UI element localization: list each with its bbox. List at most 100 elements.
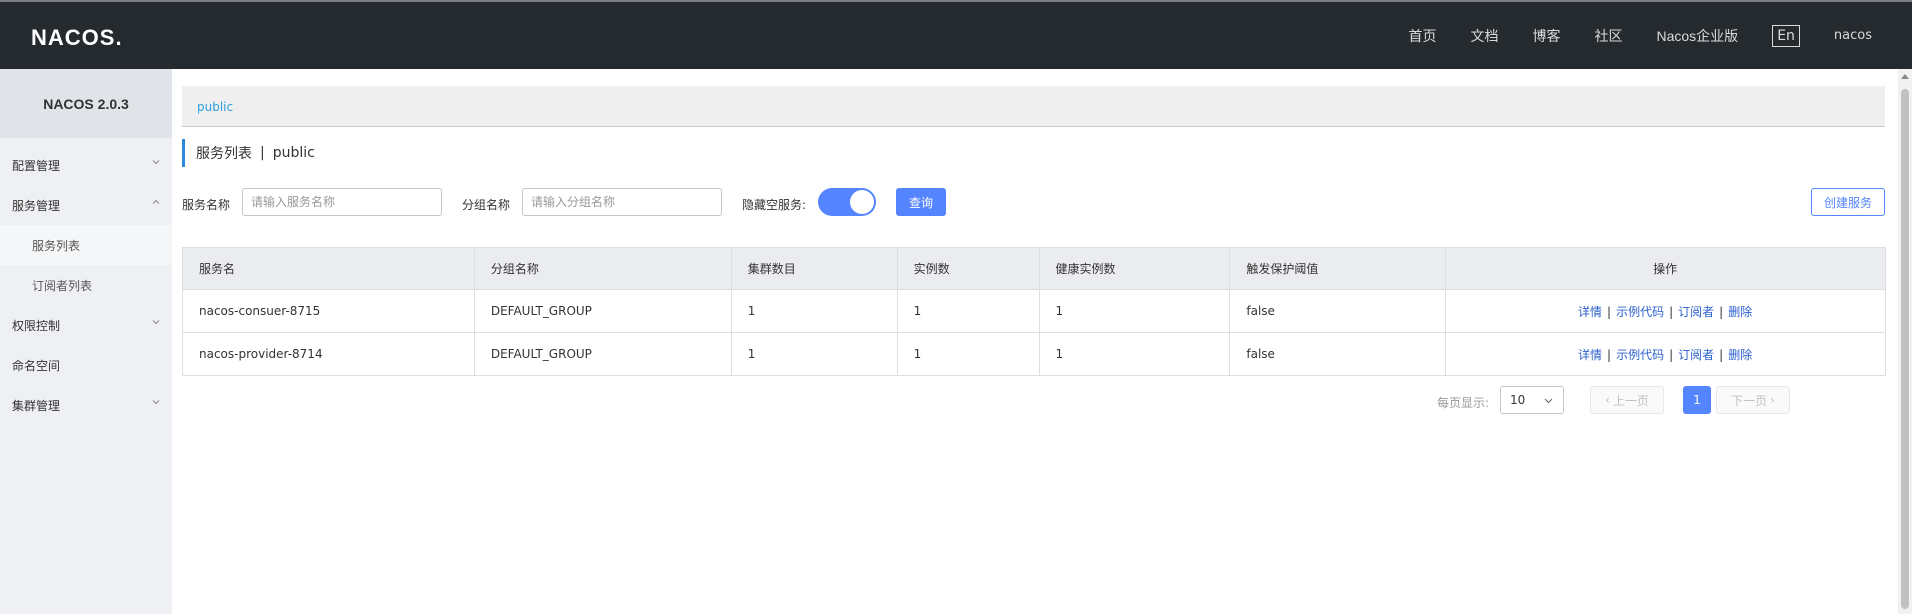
group-name-cell: DEFAULT_GROUP: [473, 289, 732, 333]
chevron-left-icon: ‹: [1605, 393, 1610, 407]
action-separator: |: [1669, 304, 1674, 319]
cluster-count-cell: 1: [730, 289, 898, 333]
sidebar-item-label: 服务管理: [12, 198, 61, 213]
top-navbar: NACOS. 首页 文档 博客 社区 Nacos企业版 En nacos: [0, 0, 1912, 69]
chevron-down-icon: [1544, 398, 1553, 404]
next-page-button[interactable]: 下一页 ›: [1716, 386, 1790, 414]
subscribers-link[interactable]: 订阅者: [1678, 348, 1714, 362]
sidebar-item-subscriber-list[interactable]: 订阅者列表: [0, 265, 172, 305]
table-header-row: 服务名 分组名称 集群数目 实例数 健康实例数 触发保护阈值 操作: [182, 247, 1886, 290]
vertical-scrollbar[interactable]: [1898, 69, 1912, 614]
page-title-namespace: public: [272, 145, 315, 161]
action-separator: |: [1607, 347, 1612, 362]
sidebar-item-namespace[interactable]: 命名空间: [0, 345, 172, 385]
pagination: 每页显示: 10 ‹ 上一页 1 下一页 ›: [1437, 386, 1886, 414]
column-header[interactable]: 分组名称: [473, 247, 732, 290]
column-header[interactable]: 实例数: [896, 247, 1040, 290]
page-1-button[interactable]: 1: [1683, 386, 1711, 414]
nav-community[interactable]: 社区: [1595, 26, 1623, 46]
chevron-up-icon: [152, 199, 160, 204]
detail-link[interactable]: 详情: [1578, 305, 1602, 319]
sidebar-item-service-list[interactable]: 服务列表: [0, 225, 172, 265]
subscribers-link[interactable]: 订阅者: [1678, 305, 1714, 319]
sidebar-item-label: 配置管理: [12, 158, 61, 173]
sidebar-title: NACOS 2.0.3: [0, 69, 172, 138]
sidebar-item-label: 服务列表: [32, 238, 81, 253]
action-separator: |: [1719, 304, 1724, 319]
scroll-up-icon[interactable]: [1901, 74, 1909, 79]
sample-code-link[interactable]: 示例代码: [1616, 348, 1664, 362]
detail-link[interactable]: 详情: [1578, 348, 1602, 362]
nav-home[interactable]: 首页: [1409, 26, 1437, 46]
action-separator: |: [1669, 347, 1674, 362]
sidebar-item-label: 命名空间: [12, 358, 61, 373]
protect-threshold-cell: false: [1229, 332, 1447, 376]
table-row: nacos-provider-8714 DEFAULT_GROUP 1 1 1 …: [182, 332, 1886, 376]
service-table: 服务名 分组名称 集群数目 实例数 健康实例数 触发保护阈值 操作 nacos-…: [182, 247, 1886, 376]
sidebar-item-label: 集群管理: [12, 398, 61, 413]
search-button[interactable]: 查询: [896, 188, 946, 216]
per-page-value: 10: [1510, 393, 1526, 407]
chevron-right-icon: ›: [1770, 393, 1775, 407]
column-header[interactable]: 触发保护阈值: [1229, 247, 1447, 290]
next-page-label: 下一页: [1731, 393, 1768, 408]
per-page-select[interactable]: 10: [1500, 386, 1564, 414]
delete-link[interactable]: 删除: [1728, 305, 1752, 319]
chevron-down-icon: [152, 320, 160, 325]
instance-count-cell: 1: [896, 289, 1040, 333]
chevron-down-icon: [152, 400, 160, 405]
nav-docs[interactable]: 文档: [1471, 26, 1499, 46]
sidebar-item-cluster-management[interactable]: 集群管理: [0, 385, 172, 425]
group-name-label: 分组名称: [462, 198, 511, 212]
prev-page-label: 上一页: [1612, 393, 1649, 408]
sidebar: NACOS 2.0.3 配置管理 服务管理 服务列表 订阅者列表 权限控制 命名…: [0, 69, 172, 614]
chevron-down-icon: [152, 160, 160, 165]
per-page-label: 每页显示:: [1437, 396, 1490, 410]
top-nav: 首页 文档 博客 社区 Nacos企业版 En nacos: [1409, 2, 1912, 69]
actions-cell: 详情 | 示例代码 | 订阅者 | 删除: [1445, 289, 1886, 333]
user-menu[interactable]: nacos: [1834, 28, 1872, 43]
sample-code-link[interactable]: 示例代码: [1616, 305, 1664, 319]
group-name-cell: DEFAULT_GROUP: [473, 332, 732, 376]
cluster-count-cell: 1: [730, 332, 898, 376]
protect-threshold-cell: false: [1229, 289, 1447, 333]
sidebar-item-service-management[interactable]: 服务管理: [0, 185, 172, 225]
action-separator: |: [1607, 304, 1612, 319]
healthy-instance-count-cell: 1: [1038, 332, 1231, 376]
service-name-cell: nacos-provider-8714: [182, 332, 475, 376]
create-service-button[interactable]: 创建服务: [1811, 188, 1885, 216]
column-header[interactable]: 健康实例数: [1038, 247, 1231, 290]
page-title: 服务列表 | public: [182, 139, 315, 167]
instance-count-cell: 1: [896, 332, 1040, 376]
action-separator: |: [1719, 347, 1724, 362]
page-title-text: 服务列表: [196, 146, 252, 162]
sidebar-item-access-control[interactable]: 权限控制: [0, 305, 172, 345]
service-name-cell: nacos-consuer-8715: [182, 289, 475, 333]
sidebar-item-label: 订阅者列表: [32, 278, 93, 293]
sidebar-item-label: 权限控制: [12, 318, 61, 333]
nacos-logo[interactable]: NACOS.: [31, 25, 123, 51]
filter-bar: 服务名称 请输入服务名称 分组名称 请输入分组名称 隐藏空服务: 查询 创建服务: [182, 188, 1885, 218]
hide-empty-label: 隐藏空服务:: [742, 198, 807, 212]
hide-empty-toggle[interactable]: [818, 188, 876, 216]
namespace-public-link[interactable]: public: [197, 100, 233, 114]
healthy-instance-count-cell: 1: [1038, 289, 1231, 333]
nav-blog[interactable]: 博客: [1533, 26, 1561, 46]
column-header: 操作: [1445, 247, 1886, 290]
language-toggle-button[interactable]: En: [1772, 24, 1800, 47]
table-row: nacos-consuer-8715 DEFAULT_GROUP 1 1 1 f…: [182, 289, 1886, 333]
prev-page-button[interactable]: ‹ 上一页: [1590, 386, 1664, 414]
sidebar-item-config-management[interactable]: 配置管理: [0, 145, 172, 185]
namespace-bar: public: [182, 86, 1885, 127]
column-header[interactable]: 集群数目: [730, 247, 898, 290]
scrollbar-thumb[interactable]: [1901, 89, 1909, 609]
service-name-label: 服务名称: [182, 198, 231, 212]
service-name-input[interactable]: 请输入服务名称: [242, 188, 442, 216]
column-header[interactable]: 服务名: [182, 247, 475, 290]
actions-cell: 详情 | 示例代码 | 订阅者 | 删除: [1445, 332, 1886, 376]
delete-link[interactable]: 删除: [1728, 348, 1752, 362]
main-content: public 服务列表 | public 服务名称 请输入服务名称 分组名称 请…: [182, 69, 1886, 614]
toggle-knob: [850, 190, 874, 214]
group-name-input[interactable]: 请输入分组名称: [522, 188, 722, 216]
nav-enterprise[interactable]: Nacos企业版: [1657, 26, 1739, 46]
